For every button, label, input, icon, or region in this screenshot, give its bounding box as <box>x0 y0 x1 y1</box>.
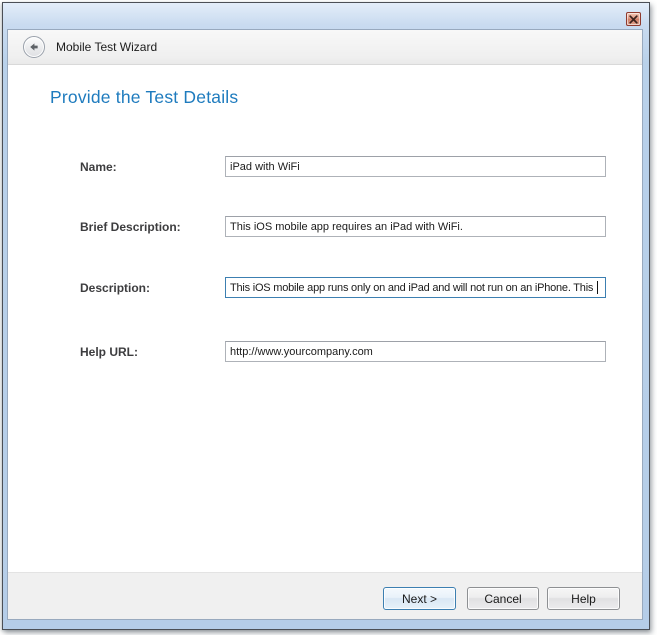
form-row-description: Description: This iOS mobile app runs on… <box>8 277 642 299</box>
close-button[interactable] <box>626 12 641 26</box>
name-value: iPad with WiFi <box>230 161 300 173</box>
window-title: Mobile Test Wizard <box>56 40 157 54</box>
brief-description-input[interactable]: This iOS mobile app requires an iPad wit… <box>225 216 606 237</box>
form-row-brief-description: Brief Description: This iOS mobile app r… <box>8 216 642 238</box>
brief-description-value: This iOS mobile app requires an iPad wit… <box>230 221 463 233</box>
form-row-name: Name: iPad with WiFi <box>8 156 642 178</box>
next-button[interactable]: Next > <box>383 587 456 610</box>
back-arrow-icon <box>27 40 41 54</box>
page-title: Provide the Test Details <box>50 87 238 108</box>
help-url-label: Help URL: <box>80 345 138 359</box>
brief-description-label: Brief Description: <box>80 220 181 234</box>
back-button[interactable] <box>23 36 45 58</box>
wizard-header: Mobile Test Wizard <box>8 30 642 65</box>
wizard-window: Mobile Test Wizard Provide the Test Deta… <box>2 2 650 630</box>
description-value: This iOS mobile app runs only on and iPa… <box>230 282 596 294</box>
text-cursor <box>597 281 598 294</box>
help-url-input[interactable]: http://www.yourcompany.com <box>225 341 606 362</box>
close-icon <box>629 15 638 24</box>
footer-bar: Next > Cancel Help <box>8 572 642 619</box>
description-label: Description: <box>80 281 150 295</box>
help-button[interactable]: Help <box>547 587 620 610</box>
name-label: Name: <box>80 160 117 174</box>
form-row-help-url: Help URL: http://www.yourcompany.com <box>8 341 642 363</box>
description-input[interactable]: This iOS mobile app runs only on and iPa… <box>225 277 606 298</box>
wizard-panel: Mobile Test Wizard Provide the Test Deta… <box>7 29 643 620</box>
name-input[interactable]: iPad with WiFi <box>225 156 606 177</box>
help-url-value: http://www.yourcompany.com <box>230 346 373 358</box>
cancel-button[interactable]: Cancel <box>467 587 539 610</box>
